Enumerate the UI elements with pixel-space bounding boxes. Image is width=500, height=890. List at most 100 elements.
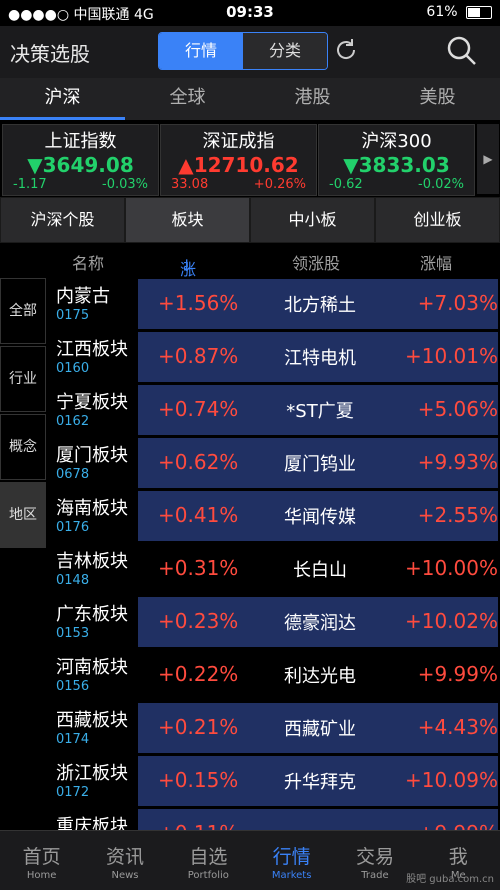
sector-code: 0153 [56, 626, 90, 641]
sort-down-icon: ↓ [180, 256, 194, 275]
leader-stock: 德豪润达 [284, 613, 356, 634]
sector-name: 江西板块 [56, 339, 128, 360]
sector-code: 0162 [56, 414, 90, 429]
index-change-row: 33.08 +0.26% [171, 177, 306, 192]
index-value: ▼3833.03 [319, 153, 474, 177]
tab-sme[interactable]: 中小板 [250, 197, 375, 243]
list-item[interactable]: 厦门板块 0678 +0.62% 厦门钨业 +9.93% [50, 437, 500, 489]
tab-sectors[interactable]: 板块 [125, 197, 250, 243]
index-value-number: 3833.03 [358, 153, 450, 177]
tab-home[interactable]: 首页 Home [0, 831, 83, 890]
index-card-sz[interactable]: 深证成指 ▲12710.62 33.08 +0.26% [160, 124, 317, 196]
tab-sublabel: Portfolio [187, 870, 229, 881]
nav-concept[interactable]: 概念 [0, 414, 46, 480]
list-item[interactable]: 吉林板块 0148 +0.31% 长白山 +10.00% [50, 543, 500, 595]
refresh-icon[interactable] [333, 37, 359, 63]
up-arrow-icon: ▲ [178, 153, 194, 177]
battery-info: 61% [426, 4, 492, 20]
leader-change: +10.00% [404, 556, 498, 580]
leader-change: +4.43% [417, 715, 498, 739]
index-value-number: 12710.62 [193, 153, 299, 177]
col-name[interactable]: 名称 [72, 250, 104, 274]
leader-change: +5.06% [417, 397, 498, 421]
sector-change: +0.23% [158, 609, 239, 633]
leader-stock: 北方稀土 [284, 295, 356, 316]
sector-name: 重庆板块 [56, 816, 128, 830]
sector-change: +0.31% [158, 556, 239, 580]
tab-label: 我 [448, 846, 468, 868]
sector-change: +0.22% [158, 662, 239, 686]
tab-us[interactable]: 美股 [375, 78, 500, 120]
col-leader[interactable]: 领涨股 [292, 250, 340, 274]
tab-sublabel: Home [26, 870, 57, 881]
list-item[interactable]: 宁夏板块 0162 +0.74% *ST广夏 +5.06% [50, 384, 500, 436]
index-card-sh[interactable]: 上证指数 ▼3649.08 -1.17 -0.03% [2, 124, 159, 196]
tab-chinext[interactable]: 创业板 [375, 197, 500, 243]
sector-name: 浙江板块 [56, 763, 128, 784]
search-icon[interactable] [446, 35, 478, 67]
nav-industry[interactable]: 行业 [0, 346, 46, 412]
tab-sublabel: Trade [361, 870, 389, 881]
sector-name: 吉林板块 [56, 551, 128, 572]
sector-code: 0176 [56, 520, 90, 535]
sector-code: 0175 [56, 308, 90, 323]
segment-quotes[interactable]: 行情 [159, 33, 243, 69]
sector-name: 厦门板块 [56, 445, 128, 466]
sector-change: +0.21% [158, 715, 239, 739]
sector-code: 0678 [56, 467, 90, 482]
tab-markets[interactable]: 行情 Markets [250, 831, 333, 890]
sector-code: 0160 [56, 361, 90, 376]
sector-name: 西藏板块 [56, 710, 128, 731]
tab-sublabel: News [111, 870, 139, 881]
sector-name: 广东板块 [56, 604, 128, 625]
nav-all[interactable]: 全部 [0, 278, 46, 344]
next-index-arrow-icon[interactable]: ▶ [477, 124, 499, 194]
index-change: 33.08 [171, 177, 209, 192]
leader-change: +9.99% [418, 821, 498, 830]
top-nav-bar: 决策选股 行情 分类 [0, 26, 500, 78]
market-tabs: 沪深 全球 港股 美股 [0, 78, 500, 120]
leader-change: +7.03% [417, 291, 498, 315]
sector-change: +0.62% [158, 450, 239, 474]
tab-label: 首页 [22, 846, 61, 868]
index-change: -1.17 [13, 177, 47, 192]
tab-news[interactable]: 资讯 News [83, 831, 166, 890]
leader-change: +9.93% [417, 450, 498, 474]
tab-trade[interactable]: 交易 Trade [333, 831, 416, 890]
leader-stock: 升华拜克 [284, 772, 356, 793]
sector-code: 0156 [56, 679, 90, 694]
sector-name: 海南板块 [56, 498, 128, 519]
list-item[interactable]: 重庆板块 +0.11% +9.99% [50, 808, 500, 830]
list-item[interactable]: 河南板块 0156 +0.22% 利达光电 +9.99% [50, 649, 500, 701]
tab-portfolio[interactable]: 自选 Portfolio [167, 831, 250, 890]
leader-change: +10.01% [404, 344, 498, 368]
list-item[interactable]: 浙江板块 0172 +0.15% 升华拜克 +10.09% [50, 755, 500, 807]
column-header: 名称 涨幅 ↓ 领涨股 涨幅 [0, 244, 500, 303]
list-item[interactable]: 内蒙古 0175 +1.56% 北方稀土 +7.03% [50, 278, 500, 330]
tab-hushen[interactable]: 沪深 [0, 78, 125, 120]
index-change-row: -0.62 -0.02% [329, 177, 464, 192]
status-bar: ●●●●○ 中国联通 4G 09:33 61% [0, 0, 500, 26]
leader-stock: 华闻传媒 [284, 507, 356, 528]
col-leader-change[interactable]: 涨幅 [420, 250, 452, 274]
sector-change: +0.74% [158, 397, 239, 421]
nav-region[interactable]: 地区 [0, 482, 46, 548]
tab-global[interactable]: 全球 [125, 78, 250, 120]
index-card-hs300[interactable]: 沪深300 ▼3833.03 -0.62 -0.02% [318, 124, 475, 196]
down-arrow-icon: ▼ [343, 153, 359, 177]
tab-hk[interactable]: 港股 [250, 78, 375, 120]
clock: 09:33 [226, 3, 274, 21]
list-item[interactable]: 广东板块 0153 +0.23% 德豪润达 +10.02% [50, 596, 500, 648]
segment-category[interactable]: 分类 [243, 33, 327, 69]
index-pct: -0.02% [418, 177, 464, 192]
leader-change: +10.02% [404, 609, 498, 633]
list-item[interactable]: 西藏板块 0174 +0.21% 西藏矿业 +4.43% [50, 702, 500, 754]
list-item[interactable]: 江西板块 0160 +0.87% 江特电机 +10.01% [50, 331, 500, 383]
index-value-number: 3649.08 [42, 153, 134, 177]
tab-stocks[interactable]: 沪深个股 [0, 197, 125, 243]
index-pct: -0.03% [102, 177, 148, 192]
category-nav: 全部 行业 概念 地区 [0, 278, 46, 550]
sector-code: 0174 [56, 732, 90, 747]
battery-percent: 61% [426, 4, 458, 20]
list-item[interactable]: 海南板块 0176 +0.41% 华闻传媒 +2.55% [50, 490, 500, 542]
